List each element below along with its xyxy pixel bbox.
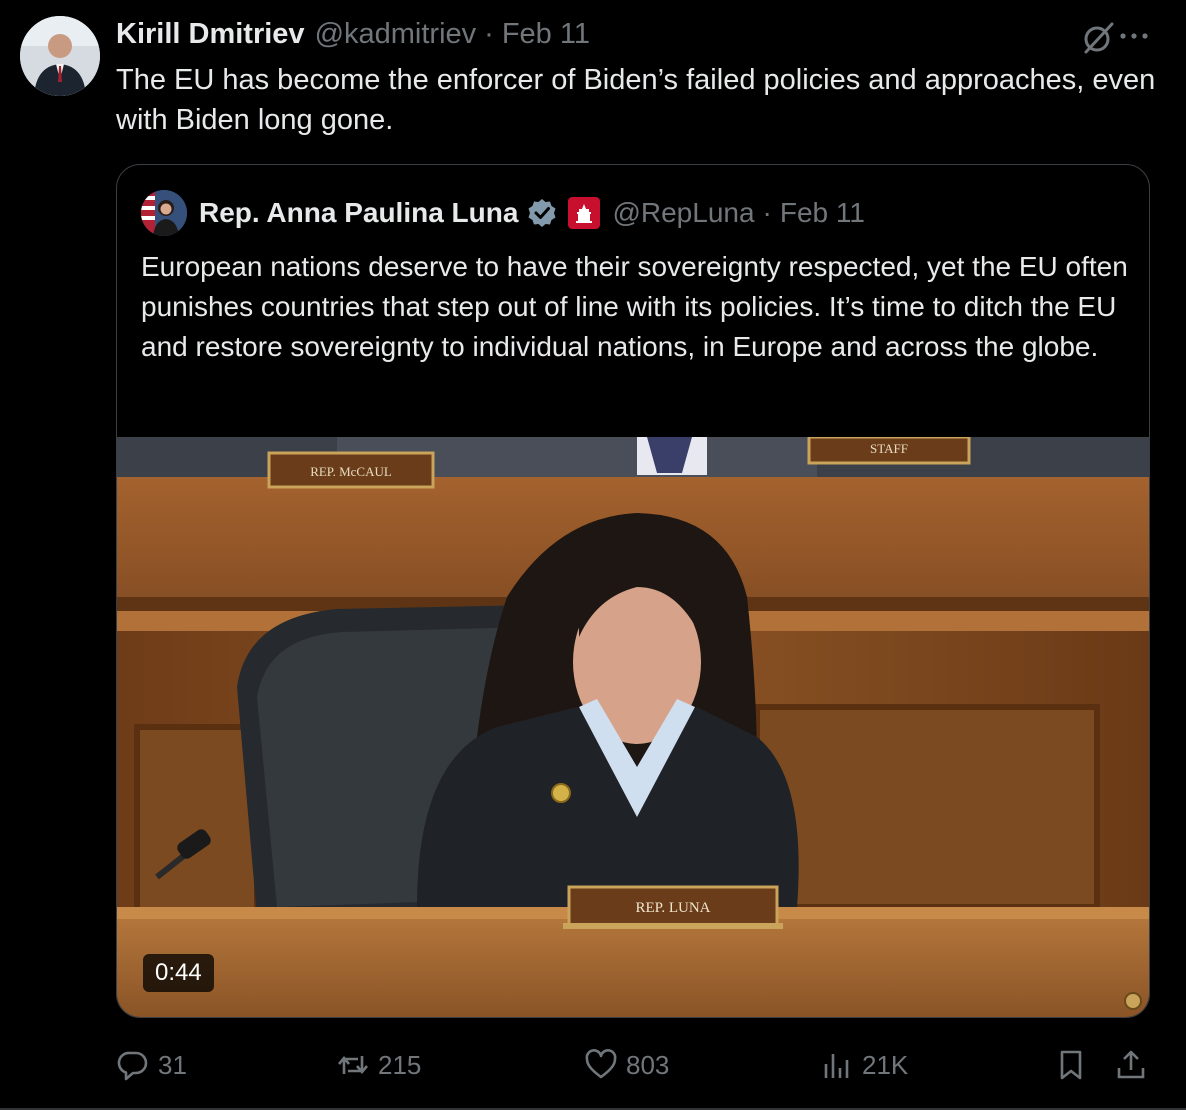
placard-mccaul: REP. McCAUL [267,451,435,489]
action-bar: 31 215 803 21K [116,1040,1156,1090]
placard-staff: STAFF [807,437,971,465]
svg-text:REP. LUNA: REP. LUNA [635,900,710,916]
grok-icon[interactable] [1080,20,1116,56]
more-icon[interactable] [1116,26,1152,46]
quote-author-avatar[interactable] [141,190,187,236]
tweet-date[interactable]: Feb 11 [502,18,590,51]
quote-author-name[interactable]: Rep. Anna Paulina Luna [199,197,518,229]
svg-text:STAFF: STAFF [870,441,908,456]
share-icon [1117,1050,1145,1079]
reply-button[interactable]: 31 [116,1040,187,1090]
repost-count: 215 [378,1049,422,1080]
flag-icon [568,197,601,229]
repost-icon [338,1055,368,1075]
views-count: 21K [862,1049,909,1080]
verified-icon [528,199,556,227]
svg-text:REP. McCAUL: REP. McCAUL [310,464,392,479]
quote-author-handle[interactable]: @RepLuna [612,197,754,229]
video-player[interactable]: REP. McCAUL STAFF REP. LUNA 0:44 [117,437,1149,1017]
like-button[interactable]: 803 [584,1040,669,1090]
tweet-header: Kirill Dmitriev @kadmitriev · Feb 11 [116,14,1146,54]
repost-button[interactable]: 215 [336,1040,421,1090]
like-icon [585,1049,617,1079]
author-name[interactable]: Kirill Dmitriev [116,18,305,51]
video-duration: 0:44 [143,954,214,992]
tweet-text: The EU has become the enforcer of Biden’… [116,64,1156,136]
bookmark-button[interactable] [1054,1040,1096,1090]
author-avatar[interactable] [20,16,100,96]
separator-dot: · [484,17,494,50]
quote-text: European nations deserve to have their s… [141,251,1128,362]
quoted-tweet[interactable]: Rep. Anna Paulina Luna @RepLuna · Feb 11… [116,164,1150,1018]
reply-count: 31 [158,1049,187,1080]
placard-luna: REP. LUNA [563,885,783,929]
views-icon [824,1054,849,1078]
video-frame: REP. McCAUL STAFF REP. LUNA [117,437,1149,1017]
reply-icon [117,1051,148,1081]
share-button[interactable] [1114,1040,1156,1090]
bookmark-icon [1060,1050,1082,1080]
views-button[interactable]: 21K [820,1040,908,1090]
quote-date[interactable]: Feb 11 [780,197,865,229]
author-handle[interactable]: @kadmitriev [315,18,477,51]
quote-header: Rep. Anna Paulina Luna @RepLuna · Feb 11 [141,189,1129,237]
like-count: 803 [626,1049,670,1080]
quote-separator-dot: · [762,197,772,228]
